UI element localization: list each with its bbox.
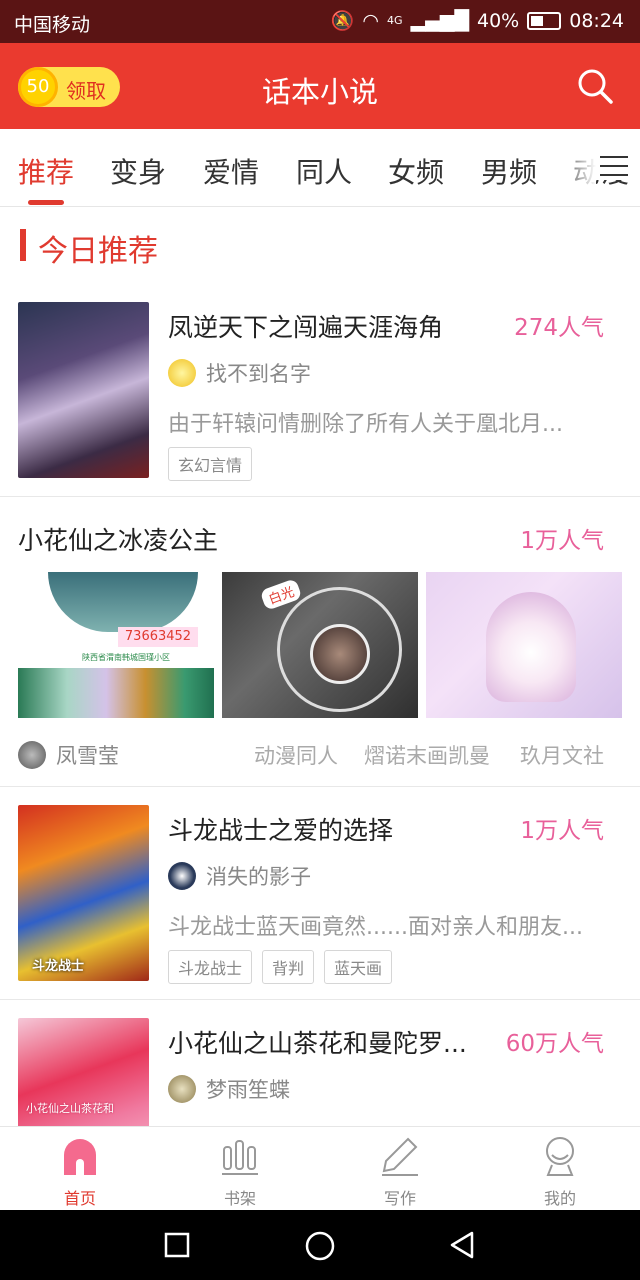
cover-text: 斗龙战士 bbox=[32, 959, 85, 974]
story-popularity: 1万人气 bbox=[520, 528, 604, 554]
story-tags: 玄幻言情 bbox=[168, 447, 253, 481]
story-author[interactable]: 梦雨笙蝶 bbox=[168, 1074, 290, 1104]
carrier-name: 中国移动 bbox=[14, 14, 91, 36]
story-cover-image bbox=[18, 302, 149, 478]
author-name: 找不到名字 bbox=[206, 362, 311, 386]
home-button-icon[interactable] bbox=[304, 1230, 336, 1262]
recent-apps-icon[interactable] bbox=[164, 1232, 190, 1258]
battery-percent: 40% bbox=[477, 9, 520, 32]
story-card[interactable]: 斗龙战士 斗龙战士之爱的选择 1万人气 消失的影子 斗龙战士蓝天画竟然.....… bbox=[0, 787, 640, 999]
bookshelf-icon bbox=[222, 1140, 258, 1175]
tab-male[interactable]: 男频 bbox=[481, 151, 537, 191]
story-popularity: 274人气 bbox=[514, 315, 604, 341]
menu-icon[interactable] bbox=[596, 152, 630, 180]
tab-fade bbox=[556, 129, 596, 205]
status-indicators: 🔕 ◠ 4G ▂▄▆█ 40% 08:24 bbox=[330, 9, 624, 33]
story-card[interactable]: 凤逆天下之闯遍天涯海角 274人气 找不到名字 由于轩辕问情删除了所有人关于凰北… bbox=[0, 284, 640, 496]
story-cover-image: 斗龙战士 bbox=[18, 805, 149, 981]
author-name: 凤雪莹 bbox=[56, 744, 119, 768]
avatar bbox=[18, 741, 46, 769]
profile-icon bbox=[546, 1137, 574, 1176]
nav-profile[interactable]: 我的 bbox=[520, 1135, 600, 1209]
story-title: 小花仙之冰凌公主 bbox=[18, 526, 219, 555]
story-popularity: 1万人气 bbox=[520, 818, 604, 844]
story-author[interactable]: 找不到名字 bbox=[168, 358, 311, 388]
nav-label: 首页 bbox=[63, 1189, 96, 1208]
avatar bbox=[168, 359, 196, 387]
story-description: 斗龙战士蓝天画竟然......面对亲人和朋友... bbox=[168, 915, 583, 940]
story-image: 白光 bbox=[222, 572, 418, 718]
story-title: 斗龙战士之爱的选择 bbox=[168, 816, 394, 845]
tag[interactable]: 玄幻言情 bbox=[168, 447, 253, 481]
tab-female[interactable]: 女频 bbox=[388, 151, 444, 191]
home-icon bbox=[64, 1139, 96, 1175]
battery-icon bbox=[527, 11, 562, 30]
search-icon[interactable] bbox=[576, 67, 614, 105]
system-navigation-bar bbox=[0, 1210, 640, 1280]
section-accent-bar bbox=[20, 229, 26, 261]
story-tag-label[interactable]: 玖月文社 bbox=[520, 740, 604, 770]
story-meta: 凤雪莹 动漫同人 熠诺末画凯曼 玖月文社 bbox=[0, 736, 640, 786]
mute-icon: 🔕 bbox=[330, 10, 355, 32]
nav-write[interactable]: 写作 bbox=[360, 1135, 440, 1209]
nav-home[interactable]: 首页 bbox=[40, 1135, 120, 1209]
story-popularity: 60万人气 bbox=[505, 1031, 604, 1057]
story-title: 凤逆天下之闯遍天涯海角 bbox=[168, 313, 444, 342]
image-number: 73663452 bbox=[118, 627, 198, 647]
section-title: 今日推荐 bbox=[38, 234, 158, 269]
story-author[interactable]: 凤雪莹 bbox=[18, 740, 119, 770]
story-title: 小花仙之山茶花和曼陀罗... bbox=[168, 1029, 467, 1058]
cover-text: 小花仙之山茶花和 bbox=[26, 1102, 114, 1115]
app-bar: 50 领取 话本小说 bbox=[0, 43, 640, 129]
pen-icon bbox=[382, 1137, 418, 1176]
bottom-navigation: 首页 书架 写作 我的 bbox=[0, 1126, 640, 1210]
signal-label: 4G bbox=[387, 14, 403, 27]
back-icon[interactable] bbox=[448, 1230, 476, 1260]
tag[interactable]: 斗龙战士 bbox=[168, 950, 253, 984]
author-name: 消失的影子 bbox=[206, 865, 311, 889]
story-description: 由于轩辕问情删除了所有人关于凰北月... bbox=[168, 412, 563, 437]
tab-romance[interactable]: 爱情 bbox=[203, 151, 259, 191]
category-tabs: 推荐 变身 爱情 同人 女频 男频 动漫 bbox=[0, 129, 640, 207]
image-caption: 陕西省渭南韩城国瑾小区 bbox=[82, 653, 170, 662]
tag[interactable]: 蓝天画 bbox=[324, 950, 393, 984]
nav-label: 我的 bbox=[543, 1189, 576, 1208]
active-tab-indicator bbox=[28, 200, 64, 205]
story-card[interactable]: 小花仙之山茶花和 小花仙之山茶花和曼陀罗... 60万人气 梦雨笙蝶 bbox=[0, 1000, 640, 1126]
avatar bbox=[168, 862, 196, 890]
nav-label: 书架 bbox=[223, 1189, 256, 1208]
story-image: 73663452 陕西省渭南韩城国瑾小区 bbox=[18, 572, 214, 718]
tab-recommend[interactable]: 推荐 bbox=[18, 151, 74, 191]
story-tag-label[interactable]: 动漫同人 bbox=[254, 740, 338, 770]
app-title: 话本小说 bbox=[261, 75, 378, 109]
tab-transform[interactable]: 变身 bbox=[110, 151, 166, 191]
tag[interactable]: 背判 bbox=[262, 950, 315, 984]
story-image bbox=[426, 572, 622, 718]
story-tag-label[interactable]: 熠诺末画凯曼 bbox=[364, 740, 490, 770]
signal-icon: ▂▄▆█ bbox=[410, 9, 469, 32]
story-tags: 斗龙战士 背判 蓝天画 bbox=[168, 950, 393, 984]
author-name: 梦雨笙蝶 bbox=[206, 1078, 290, 1102]
status-bar: 中国移动 🔕 ◠ 4G ▂▄▆█ 40% 08:24 bbox=[0, 0, 640, 43]
story-cover-image: 小花仙之山茶花和 bbox=[18, 1018, 149, 1126]
nav-bookshelf[interactable]: 书架 bbox=[200, 1135, 280, 1209]
nav-label: 写作 bbox=[383, 1189, 416, 1208]
wifi-icon: ◠ bbox=[362, 9, 380, 32]
avatar bbox=[168, 1075, 196, 1103]
tab-fanfic[interactable]: 同人 bbox=[296, 151, 352, 191]
clock: 08:24 bbox=[569, 9, 624, 32]
story-author[interactable]: 消失的影子 bbox=[168, 861, 311, 891]
